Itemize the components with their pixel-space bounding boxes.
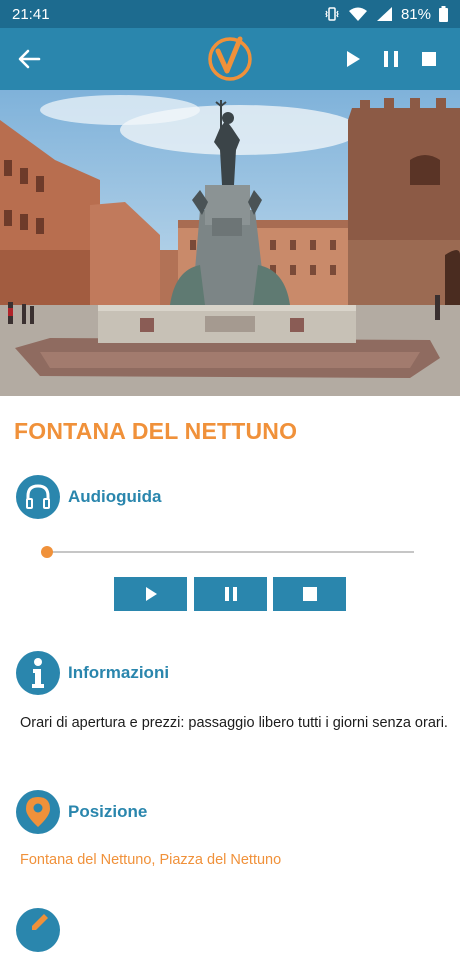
play-icon[interactable] bbox=[341, 47, 365, 71]
audio-progress-slider[interactable] bbox=[41, 543, 414, 561]
audioguide-header: Audioguida bbox=[16, 475, 161, 519]
battery-percent: 81% bbox=[400, 5, 431, 23]
position-header: Posizione bbox=[16, 790, 147, 834]
slider-thumb[interactable] bbox=[41, 546, 53, 558]
pause-icon bbox=[224, 587, 237, 601]
position-label: Posizione bbox=[68, 802, 148, 821]
pause-icon[interactable] bbox=[379, 47, 403, 71]
signal-icon bbox=[376, 7, 392, 21]
info-header: Informazioni bbox=[16, 651, 169, 695]
headphones-icon bbox=[16, 475, 60, 519]
play-icon bbox=[145, 587, 157, 601]
wifi-icon bbox=[348, 7, 367, 21]
status-icons: 81% bbox=[324, 6, 448, 23]
info-label: Informazioni bbox=[68, 663, 170, 682]
info-icon bbox=[16, 651, 60, 695]
audio-pause-button[interactable] bbox=[194, 577, 267, 611]
stop-icon[interactable] bbox=[417, 47, 441, 71]
slider-track bbox=[47, 551, 414, 553]
location-pin-icon bbox=[16, 790, 60, 834]
fountain-illustration bbox=[0, 90, 460, 396]
page-title: FONTANA DEL NETTUNO bbox=[14, 418, 298, 444]
v-logo-icon bbox=[208, 36, 252, 81]
battery-icon bbox=[439, 6, 448, 22]
position-address-link[interactable]: Fontana del Nettuno, Piazza del Nettuno bbox=[20, 852, 281, 868]
app-bar bbox=[0, 28, 460, 90]
audio-stop-button[interactable] bbox=[273, 577, 346, 611]
next-section-icon bbox=[16, 908, 60, 952]
hero-image bbox=[0, 90, 460, 396]
stop-icon bbox=[302, 587, 317, 601]
audioguide-label: Audioguida bbox=[68, 487, 162, 506]
vibrate-icon bbox=[325, 7, 339, 21]
arrow-left-icon[interactable] bbox=[14, 44, 44, 74]
status-bar: 21:41 81% bbox=[0, 0, 460, 28]
status-time: 21:41 bbox=[12, 5, 50, 23]
info-text: Orari di apertura e prezzi: passaggio li… bbox=[20, 715, 448, 731]
audio-play-button[interactable] bbox=[114, 577, 187, 611]
